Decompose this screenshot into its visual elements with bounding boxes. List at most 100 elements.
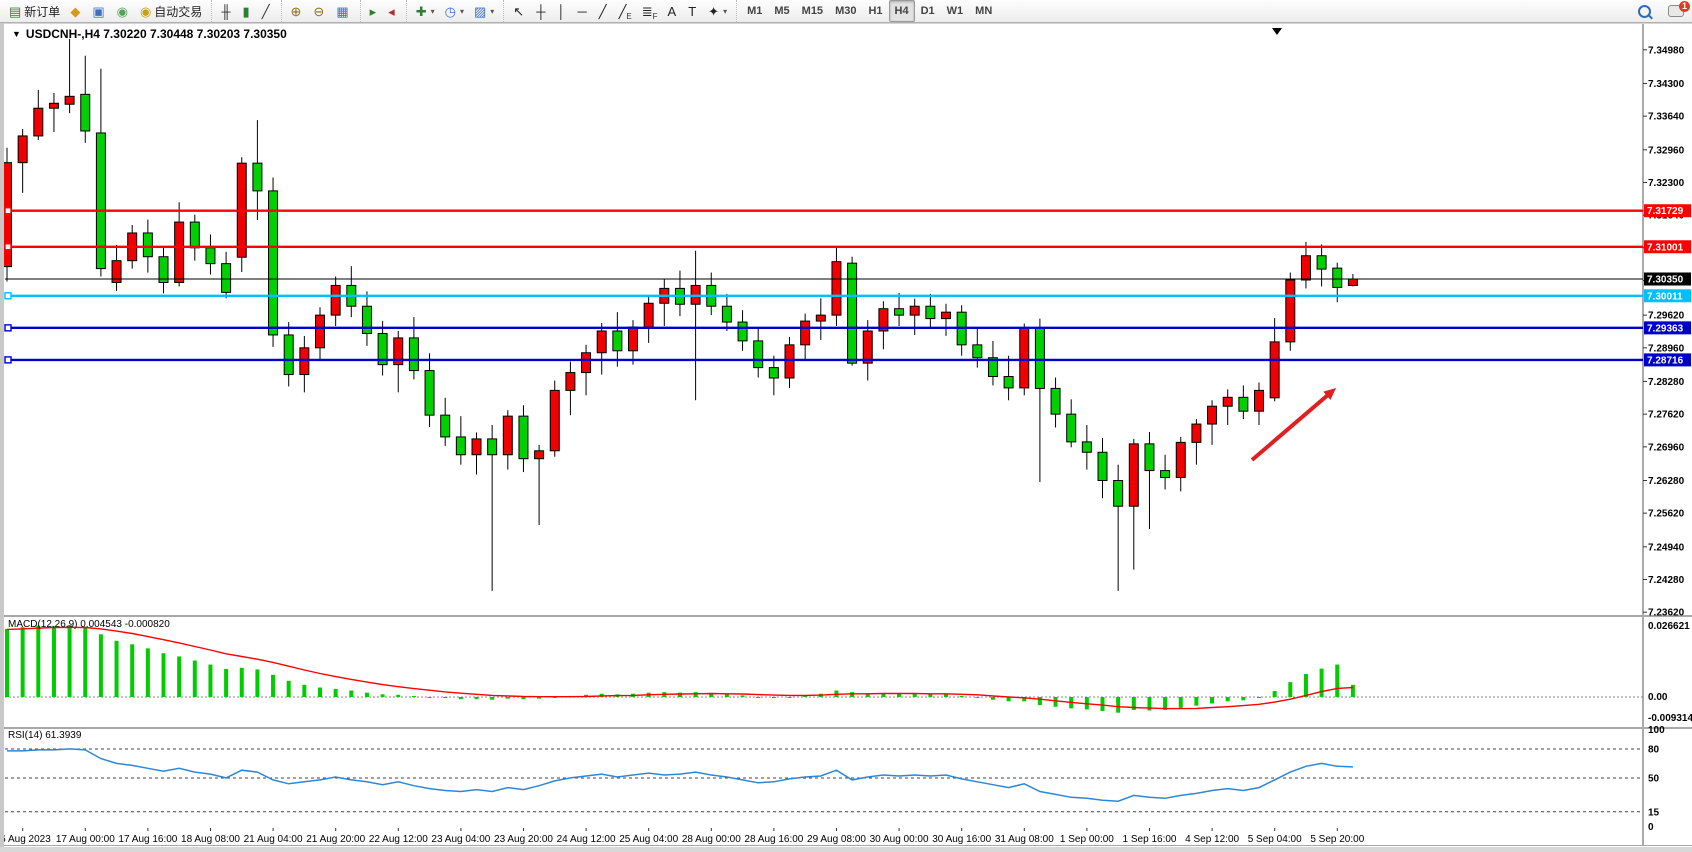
tf-m15-button[interactable]: M15 (796, 0, 829, 22)
auto-scroll-button[interactable]: ▸ (365, 0, 384, 22)
market-button[interactable]: ▣ (87, 0, 111, 22)
macd-indicator-label: MACD(12,26,9) 0.004543 -0.000820 (8, 619, 170, 630)
toolbar-group: ╫ ▮ ╱ (211, 0, 280, 22)
window-left-border (0, 23, 4, 852)
dropdown-caret-icon[interactable]: ▾ (490, 7, 494, 16)
level-handle (5, 325, 11, 331)
svg-text:5 Sep 04:00: 5 Sep 04:00 (1248, 834, 1302, 845)
rsi-indicator-label: RSI(14) 61.3939 (8, 730, 81, 741)
fibonacci-button[interactable]: ≣F (637, 0, 663, 22)
metaquotes-button[interactable]: ◆ (65, 0, 87, 22)
svg-text:28 Aug 16:00: 28 Aug 16:00 (744, 834, 803, 845)
trendline-icon: ╱ (599, 5, 607, 18)
dropdown-caret-icon[interactable]: ▾ (460, 7, 464, 16)
new-order-button-label: 新订单 (24, 3, 60, 20)
tf-h1-button[interactable]: H1 (862, 0, 888, 22)
tf-m1-button[interactable]: M1 (741, 0, 768, 22)
svg-text:7.29363: 7.29363 (1647, 323, 1684, 334)
tf-m30-button[interactable]: M30 (829, 0, 862, 22)
cursor-icon: ↖ (513, 5, 524, 18)
cursor-button[interactable]: ↖ (508, 0, 531, 22)
toolbar-group: ⊕ ⊖ ▦ (281, 0, 360, 22)
label-button[interactable]: T (683, 0, 703, 22)
svg-text:30 Aug 00:00: 30 Aug 00:00 (870, 834, 929, 845)
periods-button[interactable]: ◷▾ (440, 0, 469, 22)
shapes-icon: ✦ (708, 5, 719, 18)
zoom-in-icon: ⊕ (291, 5, 302, 18)
dropdown-caret-icon[interactable]: ▾ (723, 7, 727, 16)
hline-button[interactable]: ─ (573, 0, 594, 22)
tf-d1-button[interactable]: D1 (915, 0, 941, 22)
indicators-button[interactable]: ✚▾ (411, 0, 440, 22)
indicators-icon: ✚ (416, 5, 427, 18)
text-icon: A (668, 5, 677, 18)
tf-h4-button[interactable]: H4 (889, 0, 915, 22)
svg-text:7.34300: 7.34300 (1648, 79, 1685, 90)
bar-chart-button[interactable]: ╫ (216, 0, 237, 22)
svg-text:4 Sep 12:00: 4 Sep 12:00 (1185, 834, 1239, 845)
svg-text:7.34980: 7.34980 (1648, 45, 1685, 56)
chart-title-dropdown-icon[interactable]: ▼ (12, 29, 21, 39)
svg-text:7.31729: 7.31729 (1647, 206, 1684, 217)
templates-button[interactable]: ▨▾ (469, 0, 499, 22)
svg-text:-0.009314: -0.009314 (1648, 713, 1692, 724)
chart-shift-icon: ◂ (388, 5, 395, 18)
toolbar-group: ▤新订单◆▣◉◉自动交易 (0, 0, 211, 22)
svg-text:7.32300: 7.32300 (1648, 178, 1685, 189)
level-handle (5, 293, 11, 299)
channel-icon: ╱ (619, 5, 627, 18)
level-handle (5, 357, 11, 363)
main-toolbar: ▤新订单◆▣◉◉自动交易╫▮╱⊕⊖▦▸◂✚▾◷▾▨▾↖┼│─╱╱E≣FAT✦▾M… (0, 0, 1692, 23)
svg-text:16 Aug 2023: 16 Aug 2023 (0, 834, 51, 845)
chart-frame (0, 23, 1692, 852)
new-order-button[interactable]: ▤新订单 (4, 0, 65, 22)
search-button[interactable] (1633, 0, 1656, 22)
vline-icon: │ (557, 5, 565, 18)
tf-mn-button[interactable]: MN (969, 0, 998, 22)
svg-text:31 Aug 08:00: 31 Aug 08:00 (995, 834, 1054, 845)
chart-title[interactable]: ▼USDCNH-,H4 7.30220 7.30448 7.30203 7.30… (12, 27, 287, 41)
tf-m5-button[interactable]: M5 (768, 0, 795, 22)
crosshair-button[interactable]: ┼ (531, 0, 552, 22)
svg-text:7.28960: 7.28960 (1648, 343, 1685, 354)
candlestick-button[interactable]: ▮ (238, 0, 257, 22)
svg-text:7.31001: 7.31001 (1647, 242, 1684, 253)
line-chart-button[interactable]: ╱ (257, 0, 277, 22)
svg-text:7.25620: 7.25620 (1648, 509, 1685, 520)
svg-text:7.33640: 7.33640 (1648, 112, 1685, 123)
chart-canvas[interactable]: 7.349807.343007.336407.329607.323007.316… (0, 0, 1692, 852)
search-icon (1638, 5, 1651, 18)
text-button[interactable]: A (663, 0, 684, 22)
zoom-in-button[interactable]: ⊕ (286, 0, 309, 22)
toolbar-group: ▸◂ (360, 0, 406, 22)
svg-text:15: 15 (1648, 807, 1660, 818)
fibonacci-icon: ≣ (642, 5, 653, 18)
svg-text:50: 50 (1648, 773, 1660, 784)
toolbar-group: ✚▾◷▾▨▾ (406, 0, 504, 22)
autotrading-button[interactable]: ◉自动交易 (135, 0, 207, 22)
svg-text:0.00: 0.00 (1648, 692, 1668, 703)
svg-text:23 Aug 20:00: 23 Aug 20:00 (494, 834, 553, 845)
timeframe-group: M1M5M15M30H1H4D1W1MN (736, 0, 1002, 22)
candlestick-icon: ▮ (243, 5, 250, 18)
svg-text:7.26960: 7.26960 (1648, 442, 1685, 453)
signals-button[interactable]: ◉ (112, 0, 135, 22)
shapes-button[interactable]: ✦▾ (703, 0, 732, 22)
chat-button[interactable]: 1 (1668, 5, 1684, 17)
tile-windows-icon: ▦ (336, 5, 348, 18)
zoom-out-button[interactable]: ⊖ (308, 0, 331, 22)
svg-text:1 Sep 16:00: 1 Sep 16:00 (1123, 834, 1177, 845)
dropdown-caret-icon[interactable]: ▾ (431, 7, 435, 16)
vline-button[interactable]: │ (552, 0, 572, 22)
channel-button[interactable]: ╱E (614, 0, 637, 22)
level-handle (5, 244, 11, 250)
svg-text:7.29620: 7.29620 (1648, 311, 1685, 322)
tf-w1-button[interactable]: W1 (941, 0, 970, 22)
trendline-button[interactable]: ╱ (594, 0, 614, 22)
svg-text:25 Aug 04:00: 25 Aug 04:00 (619, 834, 678, 845)
tile-windows-button[interactable]: ▦ (331, 0, 355, 22)
window-bottom-border (0, 847, 1692, 852)
icon-subscript: E (626, 12, 631, 21)
crosshair-icon: ┼ (536, 5, 545, 18)
chart-shift-button[interactable]: ◂ (383, 0, 402, 22)
